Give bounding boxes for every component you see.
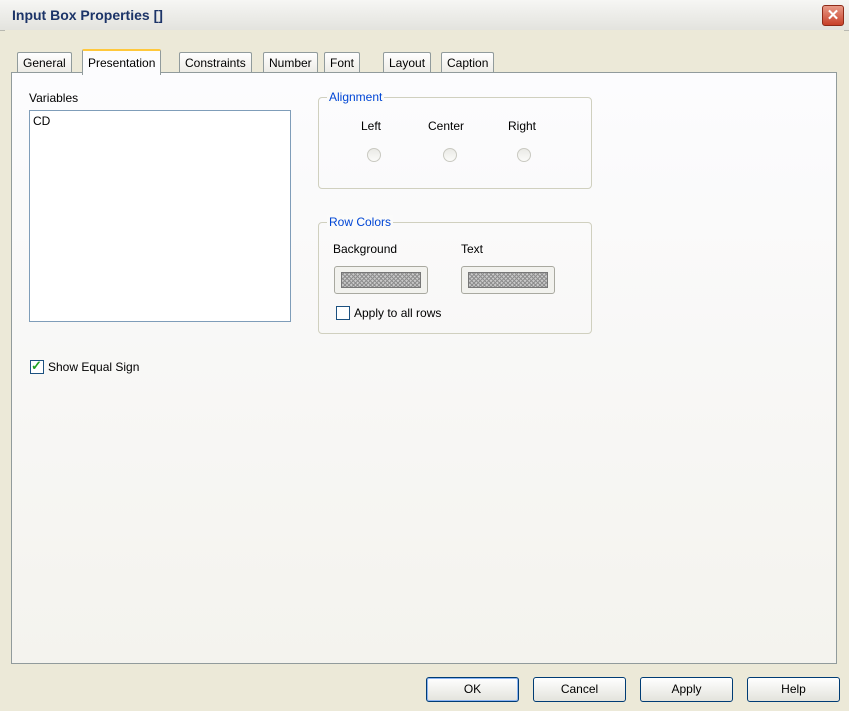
help-button[interactable]: Help (747, 677, 840, 702)
presentation-content: Variables CD Alignment Left Center Right… (0, 0, 849, 711)
list-item[interactable]: CD (33, 114, 50, 128)
text-color-label: Text (461, 242, 484, 256)
alignment-legend: Alignment (327, 90, 385, 104)
apply-all-rows-checkbox[interactable] (336, 306, 350, 320)
row-colors-legend: Row Colors (327, 215, 394, 229)
show-equal-sign-label: Show Equal Sign (48, 360, 140, 374)
variables-label: Variables (29, 91, 79, 105)
cancel-button[interactable]: Cancel (533, 677, 626, 702)
align-left-radio[interactable] (367, 148, 381, 162)
text-color-swatch (468, 272, 548, 288)
background-color-button[interactable] (334, 266, 428, 294)
align-center-label: Center (428, 119, 465, 133)
background-label: Background (333, 242, 398, 256)
variables-listbox[interactable]: CD (29, 110, 291, 322)
apply-button[interactable]: Apply (640, 677, 733, 702)
ok-button[interactable]: OK (426, 677, 519, 702)
align-center-radio[interactable] (443, 148, 457, 162)
apply-all-rows-label: Apply to all rows (354, 306, 442, 320)
align-right-label: Right (508, 119, 537, 133)
background-color-swatch (341, 272, 421, 288)
align-left-label: Left (361, 119, 382, 133)
checkmark-icon: ✓ (31, 358, 42, 373)
dialog-window: Input Box Properties [] ✕ General Presen… (0, 0, 849, 711)
align-right-radio[interactable] (517, 148, 531, 162)
alignment-group: Alignment (318, 90, 592, 189)
text-color-button[interactable] (461, 266, 555, 294)
show-equal-sign-checkbox[interactable]: ✓ (30, 358, 44, 374)
